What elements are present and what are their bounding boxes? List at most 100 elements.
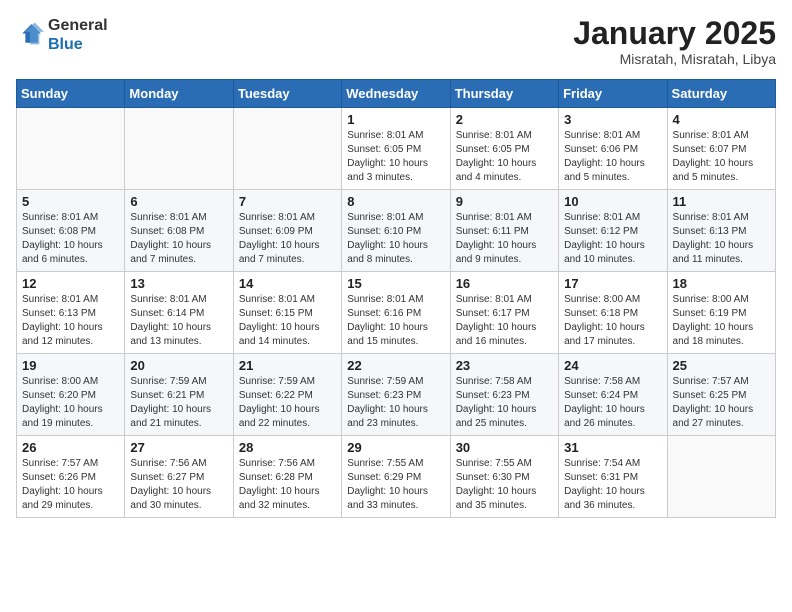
day-number: 28 [239, 440, 336, 455]
day-number: 23 [456, 358, 553, 373]
day-info: Sunrise: 8:01 AMSunset: 6:11 PMDaylight:… [456, 211, 553, 267]
calendar-cell: 12 Sunrise: 8:01 AMSunset: 6:13 PMDayligh… [17, 272, 125, 354]
day-info: Sunrise: 7:56 AMSunset: 6:28 PMDaylight:… [239, 457, 336, 513]
calendar-cell: 15Sunrise: 8:01 AMSunset: 6:16 PMDayligh… [342, 272, 450, 354]
day-info: Sunrise: 8:01 AMSunset: 6:08 PMDaylight:… [22, 211, 119, 267]
day-number: 10 [564, 194, 661, 209]
calendar-cell: 3 Sunrise: 8:01 AMSunset: 6:06 PMDaylight… [559, 108, 667, 190]
day-info: Sunrise: 8:00 AMSunset: 6:20 PMDaylight:… [22, 375, 119, 431]
day-info: Sunrise: 8:01 AMSunset: 6:08 PMDaylight:… [130, 211, 227, 267]
day-number: 7 [239, 194, 336, 209]
calendar-cell: 18 Sunrise: 8:00 AMSunset: 6:19 PMDayligh… [667, 272, 775, 354]
calendar-cell: 4Sunrise: 8:01 AMSunset: 6:07 PMDaylight… [667, 108, 775, 190]
day-info: Sunrise: 8:01 AMSunset: 6:14 PMDaylight:… [130, 293, 227, 349]
day-number: 29 [347, 440, 444, 455]
calendar-cell: 13 Sunrise: 8:01 AMSunset: 6:14 PMDayligh… [125, 272, 233, 354]
day-number: 11 [673, 194, 770, 209]
day-number: 2 [456, 112, 553, 127]
calendar-week-1: 1Sunrise: 8:01 AMSunset: 6:05 PMDaylight… [17, 108, 776, 190]
calendar-week-5: 26Sunrise: 7:57 AMSunset: 6:26 PMDayligh… [17, 436, 776, 518]
day-info: Sunrise: 8:01 AMSunset: 6:06 PMDaylight:… [564, 129, 661, 185]
calendar-cell: 10 Sunrise: 8:01 AMSunset: 6:12 PMDayligh… [559, 190, 667, 272]
calendar-cell: 19 Sunrise: 8:00 AMSunset: 6:20 PMDayligh… [17, 354, 125, 436]
calendar-cell: 22 Sunrise: 7:59 AMSunset: 6:23 PMDayligh… [342, 354, 450, 436]
calendar-cell: 31Sunrise: 7:54 AMSunset: 6:31 PMDayligh… [559, 436, 667, 518]
day-info: Sunrise: 8:01 AMSunset: 6:10 PMDaylight:… [347, 211, 444, 267]
day-number: 19 [22, 358, 119, 373]
calendar-cell: 11 Sunrise: 8:01 AMSunset: 6:13 PMDayligh… [667, 190, 775, 272]
calendar-cell [667, 436, 775, 518]
page-header: General Blue January 2025 Misratah, Misr… [16, 16, 776, 67]
calendar-cell: 16Sunrise: 8:01 AMSunset: 6:17 PMDayligh… [450, 272, 558, 354]
calendar-cell: 23 Sunrise: 7:58 AMSunset: 6:23 PMDayligh… [450, 354, 558, 436]
day-info: Sunrise: 7:59 AMSunset: 6:21 PMDaylight:… [130, 375, 227, 431]
day-number: 20 [130, 358, 227, 373]
day-number: 14 [239, 276, 336, 291]
day-info: Sunrise: 8:01 AMSunset: 6:15 PMDaylight:… [239, 293, 336, 349]
calendar-cell: 29 Sunrise: 7:55 AMSunset: 6:29 PMDayligh… [342, 436, 450, 518]
day-info: Sunrise: 7:55 AMSunset: 6:29 PMDaylight:… [347, 457, 444, 513]
calendar-week-2: 5 Sunrise: 8:01 AMSunset: 6:08 PMDaylight… [17, 190, 776, 272]
calendar-cell: 25 Sunrise: 7:57 AMSunset: 6:25 PMDayligh… [667, 354, 775, 436]
day-number: 17 [564, 276, 661, 291]
title-area: January 2025 Misratah, Misratah, Libya [573, 16, 776, 67]
calendar-week-4: 19 Sunrise: 8:00 AMSunset: 6:20 PMDayligh… [17, 354, 776, 436]
calendar-cell [233, 108, 341, 190]
weekday-header-tuesday: Tuesday [233, 80, 341, 108]
calendar-table: SundayMondayTuesdayWednesdayThursdayFrid… [16, 79, 776, 518]
day-info: Sunrise: 8:01 AMSunset: 6:09 PMDaylight:… [239, 211, 336, 267]
day-info: Sunrise: 8:01 AMSunset: 6:12 PMDaylight:… [564, 211, 661, 267]
day-info: Sunrise: 7:59 AMSunset: 6:22 PMDaylight:… [239, 375, 336, 431]
calendar-cell: 17 Sunrise: 8:00 AMSunset: 6:18 PMDayligh… [559, 272, 667, 354]
calendar-cell: 9 Sunrise: 8:01 AMSunset: 6:11 PMDaylight… [450, 190, 558, 272]
logo-general-text: General [48, 16, 108, 35]
day-info: Sunrise: 8:01 AMSunset: 6:05 PMDaylight:… [347, 129, 444, 185]
calendar-cell: 2Sunrise: 8:01 AMSunset: 6:05 PMDaylight… [450, 108, 558, 190]
location-subtitle: Misratah, Misratah, Libya [573, 51, 776, 67]
calendar-cell: 7 Sunrise: 8:01 AMSunset: 6:09 PMDaylight… [233, 190, 341, 272]
day-number: 13 [130, 276, 227, 291]
day-number: 16 [456, 276, 553, 291]
day-info: Sunrise: 8:01 AMSunset: 6:07 PMDaylight:… [673, 129, 770, 185]
weekday-header-friday: Friday [559, 80, 667, 108]
month-title: January 2025 [573, 16, 776, 51]
day-info: Sunrise: 8:01 AMSunset: 6:13 PMDaylight:… [673, 211, 770, 267]
calendar-cell: 28 Sunrise: 7:56 AMSunset: 6:28 PMDayligh… [233, 436, 341, 518]
calendar-cell: 27Sunrise: 7:56 AMSunset: 6:27 PMDayligh… [125, 436, 233, 518]
day-info: Sunrise: 7:59 AMSunset: 6:23 PMDaylight:… [347, 375, 444, 431]
calendar-cell: 26Sunrise: 7:57 AMSunset: 6:26 PMDayligh… [17, 436, 125, 518]
day-number: 30 [456, 440, 553, 455]
day-number: 5 [22, 194, 119, 209]
weekday-header-row: SundayMondayTuesdayWednesdayThursdayFrid… [17, 80, 776, 108]
day-info: Sunrise: 8:01 AMSunset: 6:13 PMDaylight:… [22, 293, 119, 349]
calendar-cell: 1Sunrise: 8:01 AMSunset: 6:05 PMDaylight… [342, 108, 450, 190]
day-info: Sunrise: 8:00 AMSunset: 6:18 PMDaylight:… [564, 293, 661, 349]
day-info: Sunrise: 7:55 AMSunset: 6:30 PMDaylight:… [456, 457, 553, 513]
day-number: 18 [673, 276, 770, 291]
day-info: Sunrise: 7:58 AMSunset: 6:24 PMDaylight:… [564, 375, 661, 431]
day-info: Sunrise: 8:01 AMSunset: 6:16 PMDaylight:… [347, 293, 444, 349]
day-info: Sunrise: 8:00 AMSunset: 6:19 PMDaylight:… [673, 293, 770, 349]
day-number: 3 [564, 112, 661, 127]
day-info: Sunrise: 7:57 AMSunset: 6:26 PMDaylight:… [22, 457, 119, 513]
day-number: 25 [673, 358, 770, 373]
logo-blue-text: Blue [48, 35, 108, 54]
weekday-header-thursday: Thursday [450, 80, 558, 108]
weekday-header-sunday: Sunday [17, 80, 125, 108]
calendar-cell [125, 108, 233, 190]
day-number: 24 [564, 358, 661, 373]
logo: General Blue [16, 16, 108, 54]
day-info: Sunrise: 7:58 AMSunset: 6:23 PMDaylight:… [456, 375, 553, 431]
day-number: 6 [130, 194, 227, 209]
calendar-week-3: 12 Sunrise: 8:01 AMSunset: 6:13 PMDayligh… [17, 272, 776, 354]
day-info: Sunrise: 7:57 AMSunset: 6:25 PMDaylight:… [673, 375, 770, 431]
day-number: 22 [347, 358, 444, 373]
day-number: 31 [564, 440, 661, 455]
day-number: 9 [456, 194, 553, 209]
weekday-header-saturday: Saturday [667, 80, 775, 108]
calendar-cell: 21Sunrise: 7:59 AMSunset: 6:22 PMDayligh… [233, 354, 341, 436]
calendar-cell: 8 Sunrise: 8:01 AMSunset: 6:10 PMDaylight… [342, 190, 450, 272]
day-number: 12 [22, 276, 119, 291]
day-number: 8 [347, 194, 444, 209]
weekday-header-wednesday: Wednesday [342, 80, 450, 108]
